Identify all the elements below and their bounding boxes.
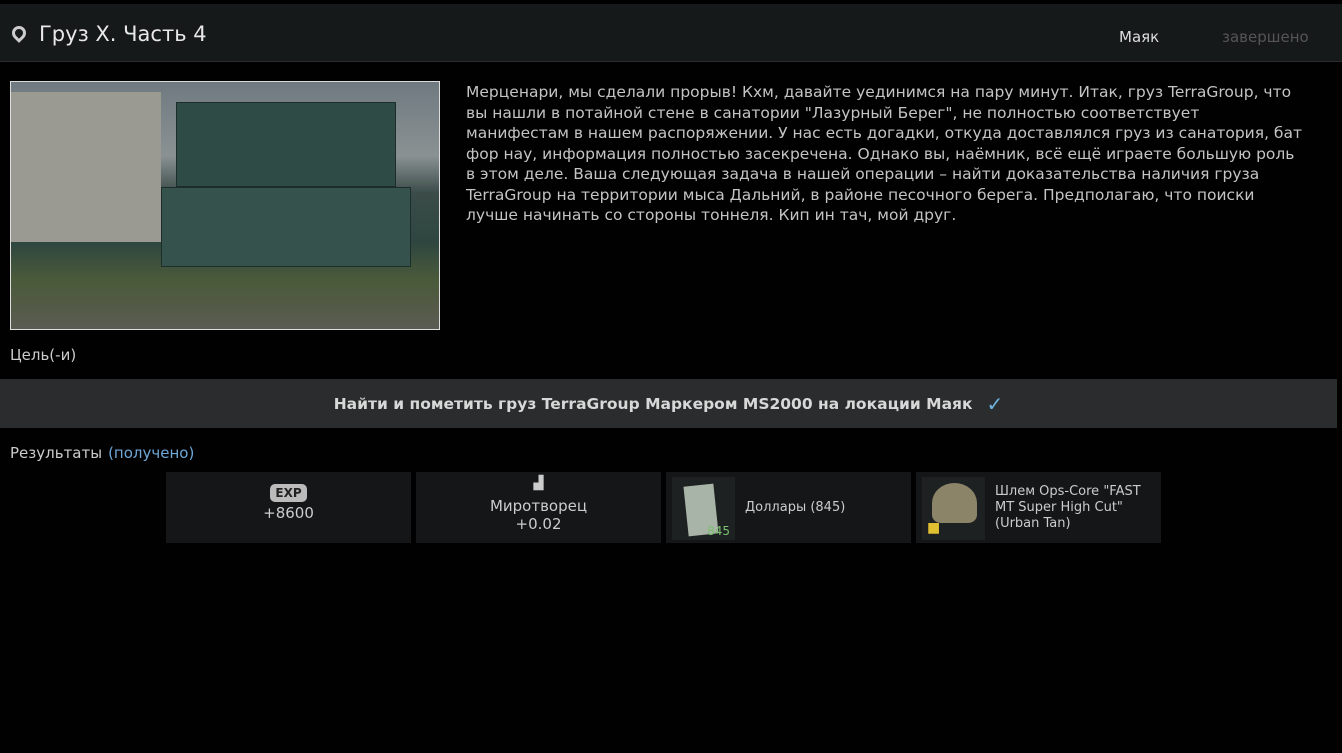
money-name: Доллары (845) — [745, 500, 846, 515]
helmet-name: Шлем Ops-Core "FAST MT Super High Cut" (… — [995, 484, 1141, 531]
results-label: Результаты (получено) — [10, 444, 195, 462]
quest-status: завершено — [1222, 28, 1309, 46]
location-pin-icon — [9, 23, 29, 43]
reward-reputation: ▟ Миротворец +0.02 — [416, 472, 661, 543]
quest-location: Маяк — [1119, 28, 1160, 46]
quest-header: Груз X. Часть 4 Маяк завершено — [0, 4, 1342, 62]
reward-exp: EXP +8600 — [166, 472, 411, 543]
objective-row: Найти и пометить груз TerraGroup Маркеро… — [0, 379, 1337, 428]
exp-value: +8600 — [263, 504, 314, 522]
dollars-icon: 845 — [672, 477, 735, 540]
results-state: (получено) — [108, 444, 195, 462]
exp-icon: EXP — [270, 484, 307, 502]
reputation-value: +0.02 — [515, 515, 562, 533]
quest-title: Груз X. Часть 4 — [39, 22, 207, 46]
quest-description: Мерценари, мы сделали прорыв! Кхм, давай… — [466, 83, 1303, 224]
lock-icon: ■ — [927, 520, 941, 536]
quest-image — [10, 81, 440, 330]
reward-helmet[interactable]: ■ Шлем Ops-Core "FAST MT Super High Cut"… — [916, 472, 1161, 543]
reputation-icon: ▟ — [533, 476, 544, 491]
reward-money[interactable]: 845 Доллары (845) — [666, 472, 911, 543]
trader-name: Миротворец — [489, 497, 588, 515]
goals-label: Цель(-и) — [10, 346, 77, 364]
checkmark-icon: ✓ — [986, 391, 1004, 416]
objective-text: Найти и пометить груз TerraGroup Маркеро… — [333, 394, 973, 413]
helmet-icon: ■ — [922, 477, 985, 540]
